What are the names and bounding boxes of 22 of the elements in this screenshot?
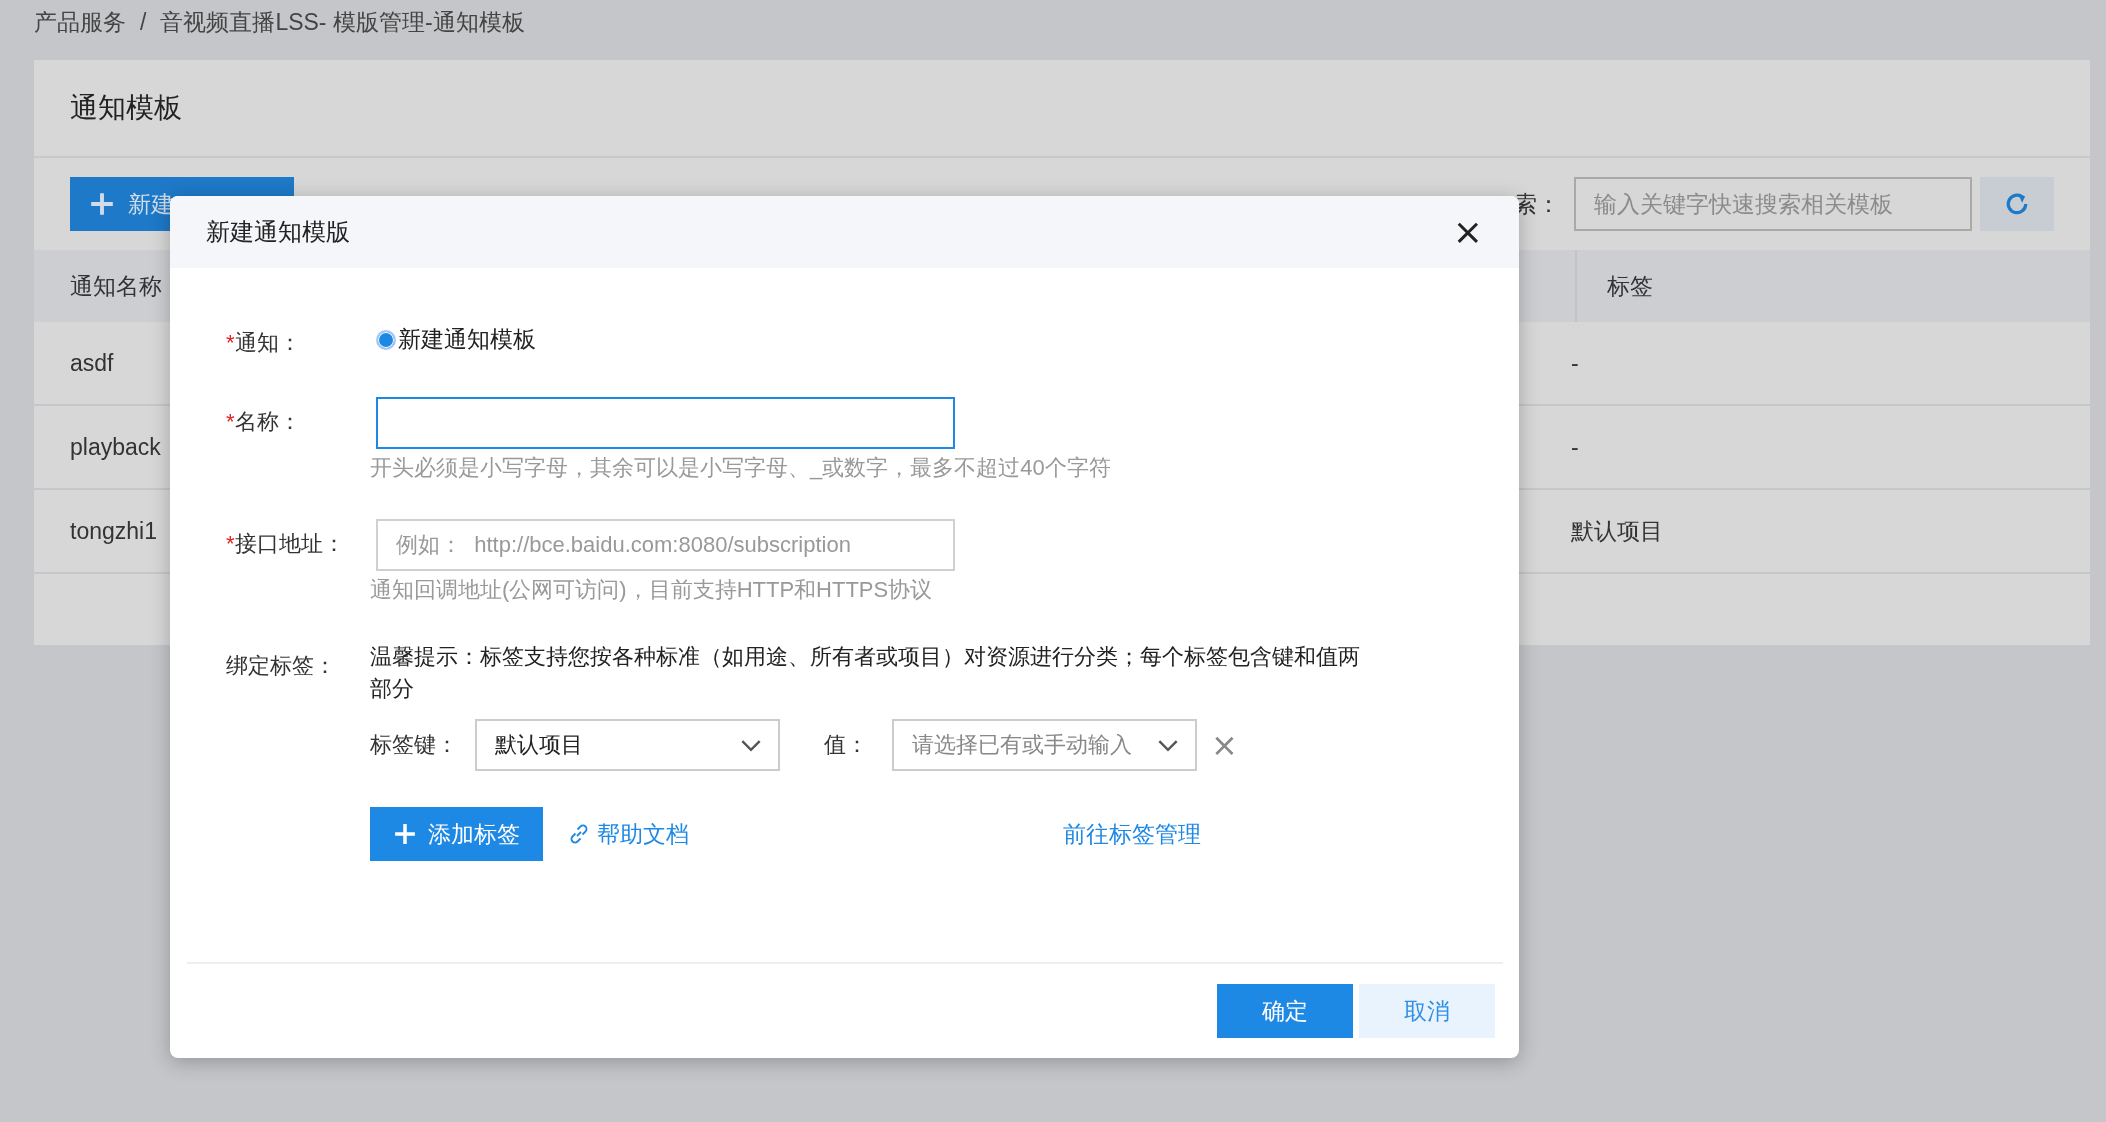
tip-text: 温馨提示：标签支持您按各种标准（如用途、所有者或项目）对资源进行分类；每个标签包含键和值两部分 xyxy=(370,643,1361,703)
table-cell-text: 默认项目 xyxy=(1571,516,1663,546)
page-title: 通知模板 xyxy=(70,91,182,125)
table-cell: - xyxy=(1571,349,1579,377)
table-cell: - xyxy=(1571,433,1579,461)
table-cell: tongzhi1 xyxy=(70,517,157,545)
column-header: 标签 xyxy=(1575,250,2090,322)
breadcrumb-item: / xyxy=(140,8,147,36)
dialog-title: 新建通知模版 xyxy=(206,217,350,247)
table-cell: playback xyxy=(70,433,161,461)
column-header: 通知名称 xyxy=(69,271,163,301)
tag-key-label: 标签键： xyxy=(370,731,459,759)
form-label: *名称： xyxy=(226,408,302,436)
breadcrumb-item: 音视频直播LSS- 模版管理-通知模板 xyxy=(160,7,525,37)
breadcrumb-item: 产品服务 xyxy=(34,7,126,37)
table-cell: asdf xyxy=(70,349,114,377)
form-label: 绑定标签： xyxy=(226,652,337,680)
form-label: *通知： xyxy=(226,329,302,357)
form-label: *接口地址： xyxy=(226,530,346,558)
hint-text: 开头必须是小写字母，其余可以是小写字母、_或数字，最多不超过40个字符 xyxy=(370,454,1112,482)
tag-value-label: 值： xyxy=(824,731,868,759)
hint-text: 通知回调地址(公网可访问)，目前支持HTTP和HTTPS协议 xyxy=(370,576,934,604)
